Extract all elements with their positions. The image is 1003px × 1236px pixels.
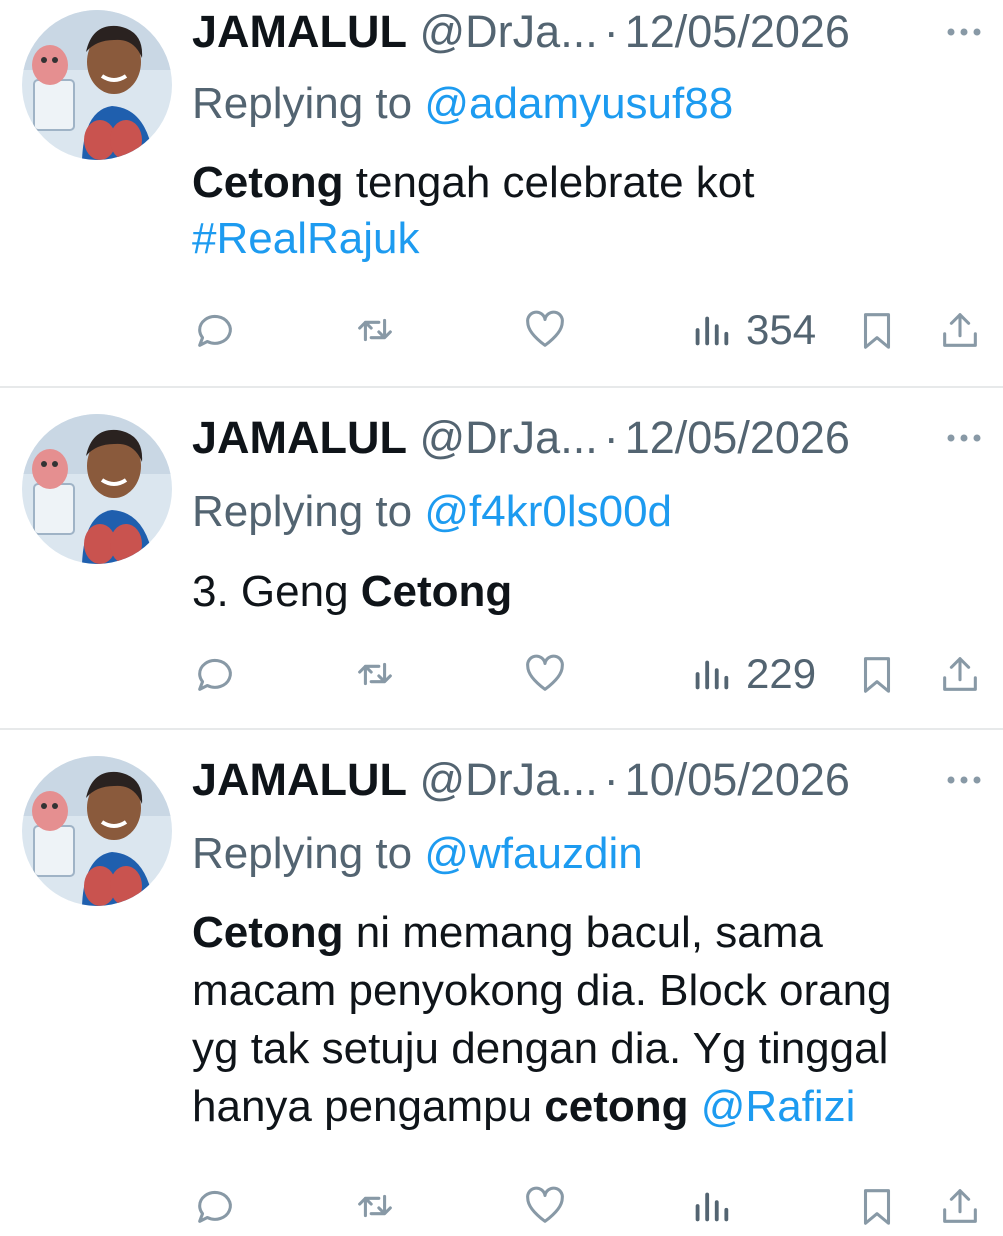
share-button[interactable] [937,300,983,360]
reply-bubble-icon [198,314,232,347]
heart-icon [526,1186,564,1223]
replying-to-label: Replying to [192,829,425,878]
avatar[interactable] [22,414,172,564]
reply-to-mention[interactable]: @adamyusuf88 [424,79,733,128]
avatar[interactable] [22,10,172,160]
tweet-date[interactable]: 10/05/2026 [625,754,850,805]
reply-to-mention[interactable]: @f4kr0ls00d [424,487,672,536]
bookmark-icon [863,657,891,693]
tweet-text-segment: tengah celebrate kot [343,158,755,207]
tweet-text-segment: yg tak setuju dengan dia. Yg tinggal [192,1024,889,1073]
more-dots-icon[interactable] [939,12,989,52]
tweet-text-segment: hanya pengampu [192,1082,545,1131]
reply-button[interactable] [192,1176,238,1236]
heart-icon [526,654,564,691]
tweet[interactable]: JAMALUL @DrJa... · 10/05/2026 Replying to … [0,730,1003,1225]
tweet-header: JAMALUL @DrJa... · 12/05/2026 [192,408,991,468]
retweet-button[interactable] [352,1176,398,1236]
tweet-text: Cetong ni memang bacul, sama macam penyo… [192,904,992,1136]
views-button[interactable]: 354 [688,300,816,360]
author-name[interactable]: JAMALUL [192,6,407,57]
views-bars-icon [695,1192,729,1222]
retweet-icon [358,318,392,342]
heart-icon [526,310,564,347]
tweet-text-line: #RealRajuk [192,211,992,267]
bookmark-button[interactable] [854,1176,900,1236]
views-count: 354 [746,306,817,353]
tweet-text: 3. Geng Cetong [192,564,992,620]
tweet-header: JAMALUL @DrJa... · 12/05/2026 [192,2,991,62]
user-mention-link[interactable]: @Rafizi [701,1082,856,1131]
tweet-header: JAMALUL @DrJa... · 10/05/2026 [192,750,991,810]
retweet-button[interactable] [352,644,398,704]
highlighted-word: Cetong [192,158,344,207]
action-bar [192,1176,983,1236]
separator-dot: · [603,412,619,463]
share-button[interactable] [937,644,983,704]
tweet-date[interactable]: 12/05/2026 [625,6,850,57]
bookmark-button[interactable] [854,300,900,360]
highlighted-word: Cetong [192,908,344,957]
retweet-icon [358,1194,392,1218]
reply-bubble-icon [198,1190,232,1223]
tweet-text-line: 3. Geng Cetong [192,564,992,620]
author-handle[interactable]: @DrJa... [420,412,598,463]
bookmark-icon [863,1189,891,1225]
tweet-text-line: macam penyokong dia. Block orang [192,962,992,1020]
like-button[interactable] [522,300,568,360]
like-button[interactable] [522,1176,568,1236]
highlighted-word: Cetong [360,567,513,616]
replying-to-line: Replying to @adamyusuf88 [192,74,733,134]
bookmark-icon [863,313,891,349]
views-button[interactable]: 229 [688,644,816,704]
more-dots-icon[interactable] [939,418,989,458]
separator-dot: · [603,6,619,57]
tweet-text-segment: ni memang bacul, sama [343,908,823,957]
author-handle[interactable]: @DrJa... [420,754,598,805]
tweet-text-line: Cetong ni memang bacul, sama [192,904,992,962]
tweet-date[interactable]: 12/05/2026 [625,412,850,463]
share-button[interactable] [937,1176,983,1236]
hashtag-link[interactable]: #RealRajuk [192,214,419,263]
share-icon [943,657,977,691]
separator-dot: · [603,754,619,805]
tweet-text-segment: 3. Geng [192,567,361,616]
share-icon [943,313,977,347]
retweet-icon [358,662,392,686]
reply-button[interactable] [192,644,238,704]
views-bars-icon [695,660,729,690]
retweet-button[interactable] [352,300,398,360]
tweet[interactable]: JAMALUL @DrJa... · 12/05/2026 Replying to … [0,388,1003,730]
author-name[interactable]: JAMALUL [192,754,407,805]
tweet[interactable]: JAMALUL @DrJa... · 12/05/2026 Replying to … [0,0,1003,388]
replying-to-label: Replying to [192,79,425,128]
replying-to-label: Replying to [192,487,425,536]
reply-to-mention[interactable]: @wfauzdin [424,829,642,878]
author-name[interactable]: JAMALUL [192,412,407,463]
views-count: 229 [746,650,817,697]
like-button[interactable] [522,644,568,704]
action-bar: 354 [192,300,983,360]
author-handle[interactable]: @DrJa... [420,6,598,57]
bookmark-button[interactable] [854,644,900,704]
replying-to-line: Replying to @f4kr0ls00d [192,482,672,542]
replying-to-line: Replying to @wfauzdin [192,824,643,884]
tweet-text: Cetong tengah celebrate kot #RealRajuk [192,155,992,267]
highlighted-word: cetong [544,1082,689,1131]
share-icon [943,1189,977,1223]
tweet-text-line: hanya pengampu cetong @Rafizi [192,1078,992,1136]
reply-bubble-icon [198,658,232,691]
tweet-text-segment: macam penyokong dia. Block orang [192,966,892,1015]
views-button[interactable] [688,1176,734,1236]
tweet-text-line: Cetong tengah celebrate kot [192,155,992,211]
reply-button[interactable] [192,300,238,360]
avatar[interactable] [22,756,172,906]
action-bar: 229 [192,644,983,704]
more-dots-icon[interactable] [939,760,989,800]
views-bars-icon [695,316,729,346]
tweet-text-line: yg tak setuju dengan dia. Yg tinggal [192,1020,992,1078]
